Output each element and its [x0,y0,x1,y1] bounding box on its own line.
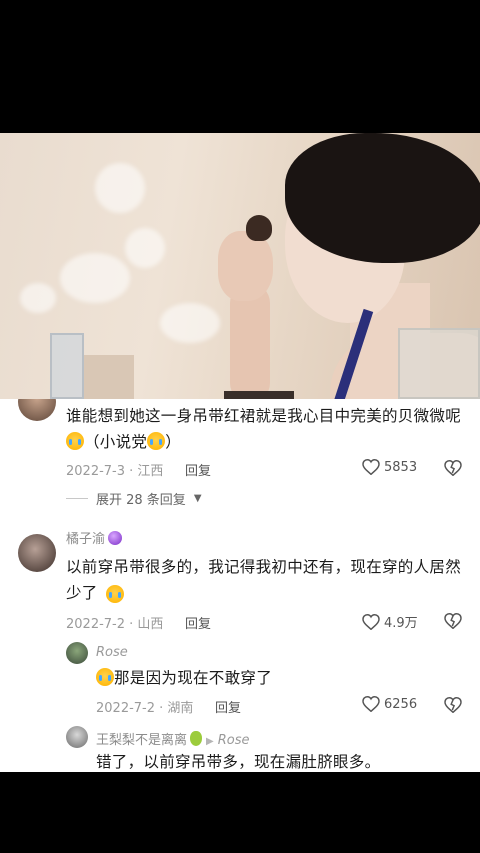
heart-icon [362,459,380,475]
heart-icon [362,696,380,712]
like-button[interactable]: 4.9万 [362,612,418,631]
flower-decoration [160,303,220,343]
crying-emoji-icon [147,432,166,450]
dislike-icon[interactable] [444,460,462,476]
reply-button[interactable]: 回复 [185,460,211,479]
top-black-bar [0,0,480,133]
reply-button[interactable]: 回复 [185,613,211,632]
comment-text: 以前穿吊带很多的，我记得我初中还有，现在穿的人居然少了 [66,558,462,602]
bottom-black-bar [0,772,480,853]
like-count: 6256 [384,696,418,712]
comment-list: 谁能想到她这一身吊带红裙就是我心目中完美的贝微微呢 （小说党 ） 2022-7-3 … [0,399,480,772]
tray [224,391,294,399]
video-frame[interactable] [0,133,480,399]
like-count: 4.9万 [384,616,418,631]
crying-emoji-icon [106,585,124,603]
comment-text-main: 那是因为现在不敢穿了 [114,669,273,687]
expand-replies[interactable]: 展开 28 条回复 ▼ [66,489,202,508]
bottle [50,333,84,399]
pear-icon [190,731,203,746]
avatar[interactable] [66,642,88,664]
badge-icon [108,531,123,545]
comment-date-location: 2022-7-3 · 江西 [66,464,164,479]
like-button[interactable]: 6256 [362,696,417,712]
comment-text: 谁能想到她这一身吊带红裙就是我心目中完美的贝微微呢 （小说党 ） [66,403,466,455]
avatar[interactable] [66,726,88,748]
username[interactable]: 橘子渝 [66,528,123,547]
comment-date-location: 2022-7-2 · 湖南 [96,701,194,716]
heart-icon [362,613,380,630]
like-button[interactable]: 5853 [362,459,417,475]
flower-decoration [60,253,130,303]
jar [82,355,134,399]
glass-cup [398,328,480,399]
comment-text-suffix: （小说党 [84,433,148,451]
comment-text: 错了，以前穿吊带多，现在漏肚脐眼多。 [96,753,381,771]
username-text: 橘子渝 [66,532,106,547]
comment-text-end: ） [165,433,182,451]
hand [218,231,273,301]
username-text: 王梨梨不是离离 [96,733,188,748]
crying-emoji-wrapper [106,585,124,604]
dislike-icon[interactable] [444,613,462,629]
hair [285,133,480,263]
username[interactable]: Rose [96,645,128,660]
divider-line [66,498,88,499]
reply-button[interactable]: 回复 [215,697,241,716]
reply-to-username[interactable]: Rose [218,733,250,748]
makeup-brush [246,215,272,241]
username[interactable]: 王梨梨不是离离 ▶ Rose [96,729,249,748]
avatar[interactable] [18,399,56,421]
flower-decoration [125,228,165,268]
chevron-down-icon: ▼ [193,493,202,504]
reply-arrow-icon: ▶ [206,736,214,747]
crying-emoji-icon [96,668,114,686]
crying-emoji-icon [66,432,84,450]
dislike-icon[interactable] [444,697,462,713]
avatar[interactable] [18,534,56,572]
flower-decoration [95,163,145,213]
like-count: 5853 [384,459,418,475]
expand-replies-label: 展开 28 条回复 [96,493,186,508]
flower-decoration [20,283,56,313]
comment-date-location: 2022-7-2 · 山西 [66,617,164,632]
comment-text: 那是因为现在不敢穿了 [96,665,456,691]
comment-text-main: 谁能想到她这一身吊带红裙就是我心目中完美的贝微微呢 [66,407,462,425]
